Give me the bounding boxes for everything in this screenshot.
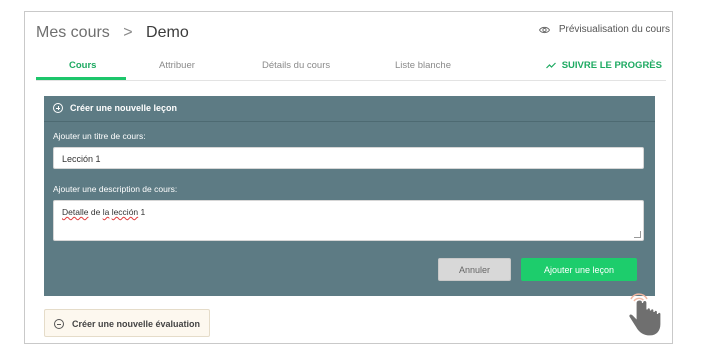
breadcrumb-parent-link[interactable]: Mes cours <box>36 24 110 41</box>
resize-handle[interactable] <box>634 231 641 238</box>
minus-circle-icon <box>54 319 64 329</box>
track-progress-link[interactable]: SUIVRE LE PROGRÈS <box>545 60 662 71</box>
add-lesson-button[interactable]: Ajouter une leçon <box>521 258 637 281</box>
trend-icon <box>545 62 556 69</box>
new-evaluation-button[interactable]: Créer une nouvelle évaluation <box>44 309 210 337</box>
description-word: la <box>102 207 110 217</box>
tab-cours[interactable]: Cours <box>69 60 96 71</box>
breadcrumb: Mes cours > Demo <box>36 24 189 42</box>
eye-icon <box>538 26 550 33</box>
lesson-title-label: Ajouter un titre de cours: <box>53 131 146 141</box>
new-evaluation-label: Créer une nouvelle évaluation <box>72 319 201 329</box>
new-lesson-title: Créer une nouvelle leçon <box>70 103 178 113</box>
lesson-description-textarea[interactable]: Detalle de la lección 1 <box>53 200 644 241</box>
tab-attribuer[interactable]: Attribuer <box>159 60 195 71</box>
preview-label: Prévisualisation du cours <box>558 24 670 35</box>
new-lesson-panel: Créer une nouvelle leçon Ajouter un titr… <box>44 96 655 296</box>
tab-details-du-cours[interactable]: Détails du cours <box>262 60 330 71</box>
description-word: lección <box>111 207 139 217</box>
lesson-title-input[interactable]: Lección 1 <box>53 147 644 169</box>
breadcrumb-current: Demo <box>146 24 189 41</box>
breadcrumb-separator: > <box>123 24 133 41</box>
description-word: de <box>90 207 101 217</box>
lesson-description-label: Ajouter une description de cours: <box>53 184 178 194</box>
tab-liste-blanche[interactable]: Liste blanche <box>395 60 451 71</box>
active-tab-indicator <box>36 77 126 80</box>
track-progress-label: SUIVRE LE PROGRÈS <box>561 60 662 71</box>
new-lesson-header[interactable]: Créer une nouvelle leçon <box>44 96 655 122</box>
preview-course-link[interactable]: Prévisualisation du cours <box>538 24 670 35</box>
pointer-hand-icon <box>628 293 662 337</box>
description-word: 1 <box>140 207 146 217</box>
cancel-button[interactable]: Annuler <box>438 258 511 281</box>
course-tabs: Cours Attribuer Détails du cours Liste b… <box>36 54 666 81</box>
description-word: Detalle <box>62 207 89 217</box>
course-editor-frame: Mes cours > Demo Prévisualisation du cou… <box>24 11 673 344</box>
plus-circle-icon <box>53 103 63 113</box>
